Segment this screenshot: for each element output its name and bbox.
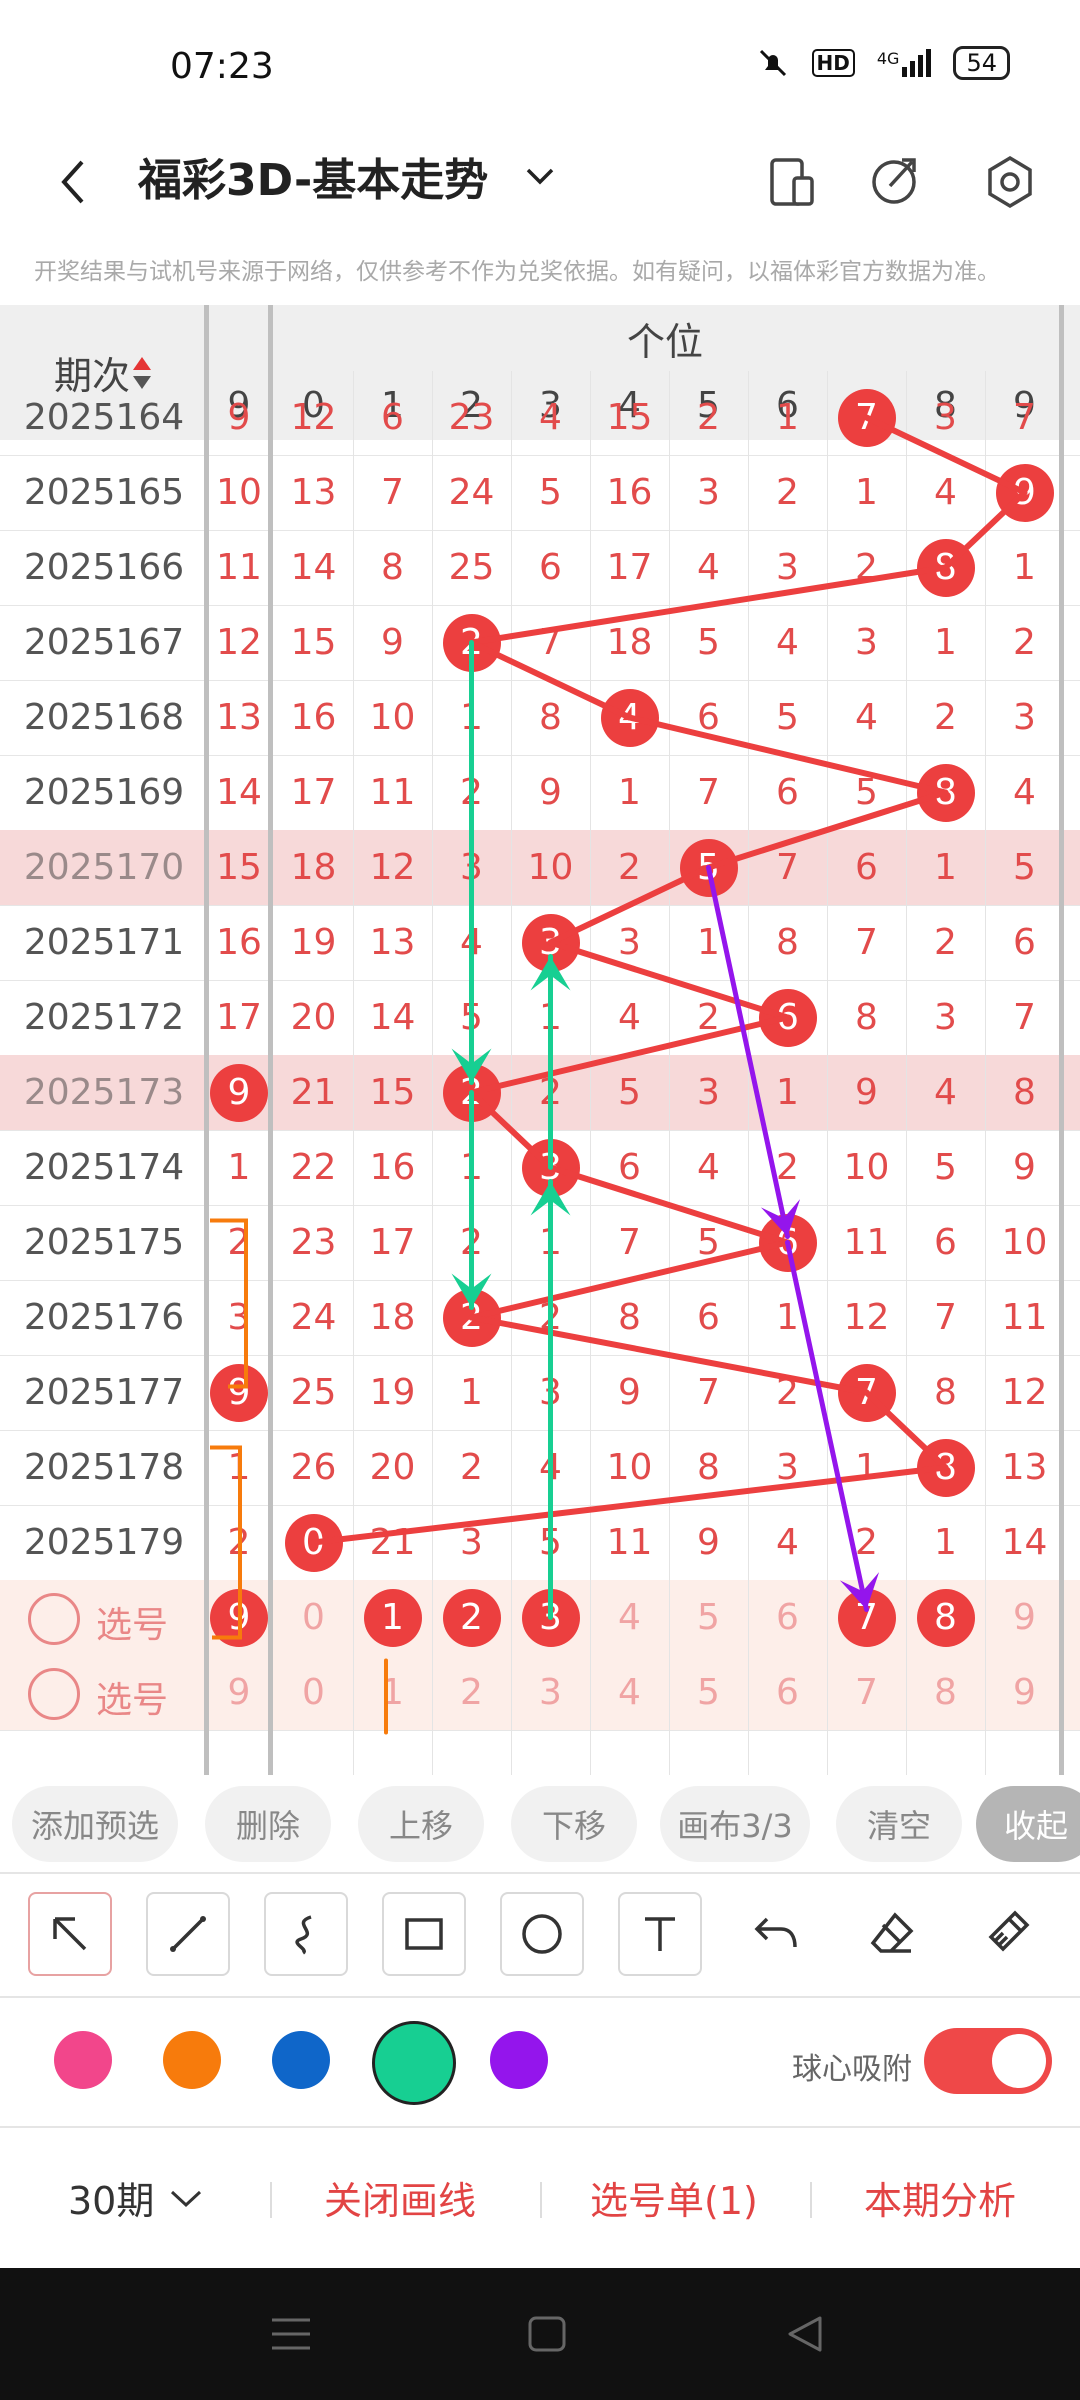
chevron-down-icon[interactable] [520, 150, 560, 200]
trend-line-segment [468, 1089, 554, 1171]
trend-line-segment [547, 1164, 791, 1246]
color-swatch[interactable] [54, 2031, 112, 2089]
line-tool[interactable] [146, 1892, 230, 1976]
trend-line-segment [468, 1239, 791, 1321]
trend-line-segment [468, 1014, 791, 1096]
broom-icon [988, 1910, 1030, 1952]
eraser-icon [870, 1912, 914, 1953]
status-bar: 07:23 HD 4G 54 [0, 0, 1080, 130]
hd-badge: HD [811, 49, 855, 77]
back-nav-icon[interactable] [784, 2314, 826, 2354]
curve-icon [295, 1915, 312, 1955]
rectangle-tool[interactable] [382, 1892, 466, 1976]
orange-bracket [210, 1445, 242, 1640]
drawing-tools [0, 1880, 1080, 1990]
trend-line-segment [468, 564, 949, 646]
purple-arrow-line [785, 1240, 869, 1612]
menu-icon[interactable] [268, 2314, 314, 2354]
drawing-canvas[interactable] [0, 305, 1080, 1775]
orange-bracket [210, 1218, 248, 1389]
divider [0, 2126, 1080, 2128]
color-swatch[interactable] [490, 2031, 548, 2089]
purple-arrow-line [706, 865, 790, 1239]
divider [0, 1872, 1080, 1874]
separator [810, 2182, 812, 2218]
network-type: 4G [876, 49, 900, 68]
add-preselect-button[interactable]: 添加预选 [12, 1786, 178, 1862]
trend-line-segment [468, 639, 633, 721]
back-icon[interactable] [50, 140, 100, 220]
status-time: 07:23 [170, 46, 274, 87]
circle-icon [522, 1914, 562, 1954]
selection-list-button[interactable]: 选号单(1) [590, 2170, 758, 2225]
mute-icon [759, 49, 786, 77]
share-icon[interactable] [860, 140, 930, 220]
clear-all-button[interactable]: 清空 [836, 1786, 962, 1862]
color-swatch[interactable] [372, 2021, 456, 2105]
canvas-page-button[interactable]: 画布3/3 [660, 1786, 810, 1862]
toggle-knob [992, 2034, 1046, 2088]
battery-icon: 54 [953, 46, 1010, 80]
period-count-selector[interactable]: 30期 [68, 2170, 204, 2225]
color-swatch[interactable] [272, 2031, 330, 2089]
settings-icon[interactable] [975, 140, 1045, 220]
system-nav-bar [0, 2268, 1080, 2400]
delete-button[interactable]: 删除 [205, 1786, 331, 1862]
snap-to-ball-toggle[interactable] [924, 2028, 1052, 2094]
phone-layout-icon[interactable] [756, 140, 826, 220]
undo-icon [754, 1917, 797, 1948]
trend-line-segment [705, 789, 949, 871]
signal-icon: 4G [877, 49, 932, 77]
action-chips: 添加预选 删除 上移 下移 画布3/3 清空 收起 [0, 1782, 1080, 1872]
move-down-button[interactable]: 下移 [511, 1786, 637, 1862]
undo-tool[interactable] [736, 1892, 816, 1972]
trend-table: 期次 个位 9 0123456789 202516491262341521737… [0, 305, 1080, 1775]
status-icons: HD 4G 54 [756, 46, 1010, 80]
trend-line-segment [863, 414, 1028, 496]
bottom-bar: 30期 关闭画线 选号单(1) 本期分析 [0, 2130, 1080, 2270]
color-palette: 球心吸附 [0, 2000, 1080, 2120]
trend-line-segment [626, 714, 949, 796]
divider [0, 1996, 1080, 1998]
rectangle-icon [405, 1918, 443, 1950]
curve-tool[interactable] [264, 1892, 348, 1976]
disclaimer-notice: 开奖结果与试机号来源于网络，仅供参考不作为兑奖依据。如有疑问，以福体彩官方数据为… [34, 259, 1000, 285]
text-tool[interactable] [618, 1892, 702, 1976]
period-analysis-button[interactable]: 本期分析 [864, 2170, 1016, 2225]
eraser-tool[interactable] [852, 1892, 932, 1972]
line-icon [170, 1916, 206, 1952]
chevron-down-icon [171, 2190, 202, 2207]
trend-line-segment [547, 864, 712, 946]
clear-tool[interactable] [968, 1892, 1048, 1972]
collapse-button[interactable]: 收起 [976, 1786, 1080, 1862]
circle-tool[interactable] [500, 1892, 584, 1976]
period-count-label: 30期 [68, 2179, 155, 2223]
trend-line-segment [547, 939, 791, 1021]
separator [270, 2182, 272, 2218]
page-title[interactable]: 福彩3D-基本走势 [138, 144, 488, 208]
trend-line-segment [863, 1389, 949, 1471]
snap-to-ball-label: 球心吸附 [792, 2052, 912, 2087]
app-bar: 福彩3D-基本走势 [0, 130, 1080, 240]
text-icon [645, 1917, 675, 1951]
separator [540, 2182, 542, 2218]
arrow-icon [53, 1917, 87, 1951]
trend-line-segment [942, 489, 1028, 571]
color-swatch[interactable] [163, 2031, 221, 2089]
close-drawing-button[interactable]: 关闭画线 [324, 2170, 476, 2225]
move-up-button[interactable]: 上移 [358, 1786, 484, 1862]
arrow-tool[interactable] [28, 1892, 112, 1976]
home-icon[interactable] [526, 2314, 568, 2354]
